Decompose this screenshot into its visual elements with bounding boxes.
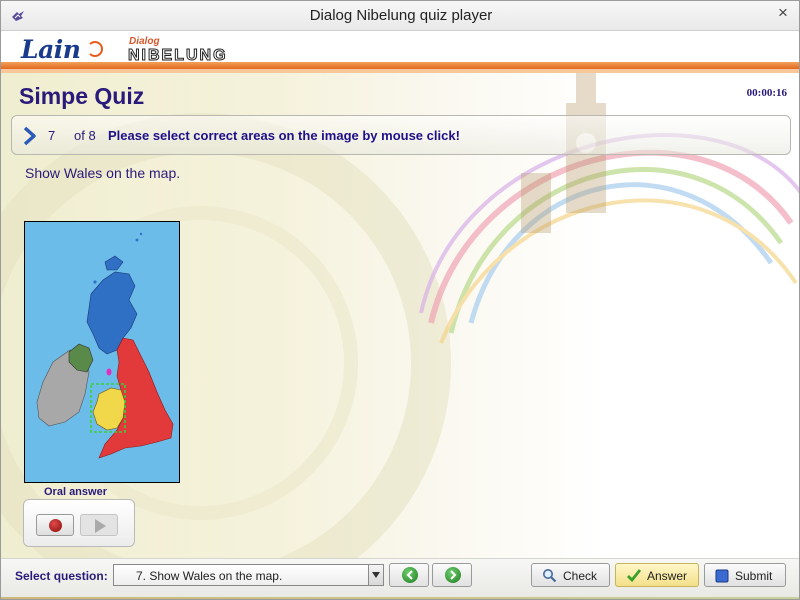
title-bar: Dialog Nibelung quiz player ×: [1, 1, 799, 31]
quiz-timer: 00:00:16: [746, 87, 787, 99]
chevron-down-icon[interactable]: [368, 565, 383, 585]
answer-button[interactable]: Answer: [615, 563, 699, 587]
quiz-title: Simpe Quiz: [19, 83, 145, 109]
chevron-right-icon: [23, 126, 36, 146]
bottom-toolbar: Select question: 7. Show Wales on the ma…: [1, 558, 799, 599]
next-question-button[interactable]: [432, 563, 472, 587]
play-icon: [95, 519, 106, 533]
question-instruction: Please select correct areas on the image…: [108, 128, 460, 143]
question-number: 7: [48, 128, 56, 143]
question-bar: 7 of 8 Please select correct areas on th…: [11, 115, 791, 155]
question-select-value: 7. Show Wales on the map.: [136, 569, 283, 583]
check-button[interactable]: Check: [531, 563, 610, 587]
submit-button-label: Submit: [735, 569, 773, 583]
question-total: of 8: [74, 128, 96, 143]
submit-icon: [715, 569, 729, 583]
quiz-content: Simpe Quiz 00:00:16 7 of 8 Please select…: [1, 73, 799, 563]
dialog-logo: Dialog: [129, 36, 160, 47]
record-button[interactable]: [36, 514, 74, 536]
isle-of-man-region: [106, 368, 112, 376]
arrow-right-icon: [450, 570, 457, 580]
lain-logo: Lain: [21, 35, 81, 64]
oral-answer-panel: [23, 499, 135, 547]
window-title: Dialog Nibelung quiz player: [309, 7, 493, 24]
arrow-left-icon: [406, 570, 413, 580]
magnifier-icon: [543, 569, 557, 583]
uk-map: [36, 232, 174, 459]
record-icon: [49, 519, 62, 532]
close-button[interactable]: ×: [769, 3, 797, 23]
previous-question-button[interactable]: [389, 563, 429, 587]
submit-button[interactable]: Submit: [704, 563, 786, 587]
quiz-player-window: Dialog Nibelung quiz player × Lain Dialo…: [0, 0, 800, 600]
oral-answer-label: Oral answer: [44, 486, 107, 498]
question-select[interactable]: 7. Show Wales on the map.: [113, 564, 384, 586]
uk-map-image[interactable]: [24, 221, 180, 483]
header-divider: [1, 62, 799, 69]
question-text: Show Wales on the map.: [25, 165, 181, 181]
checkmark-icon: [627, 569, 642, 583]
select-question-label: Select question:: [15, 569, 108, 583]
check-button-label: Check: [563, 569, 598, 583]
lain-logo-ring-icon: [87, 41, 103, 57]
play-button[interactable]: [80, 514, 118, 536]
answer-button-label: Answer: [647, 569, 688, 583]
